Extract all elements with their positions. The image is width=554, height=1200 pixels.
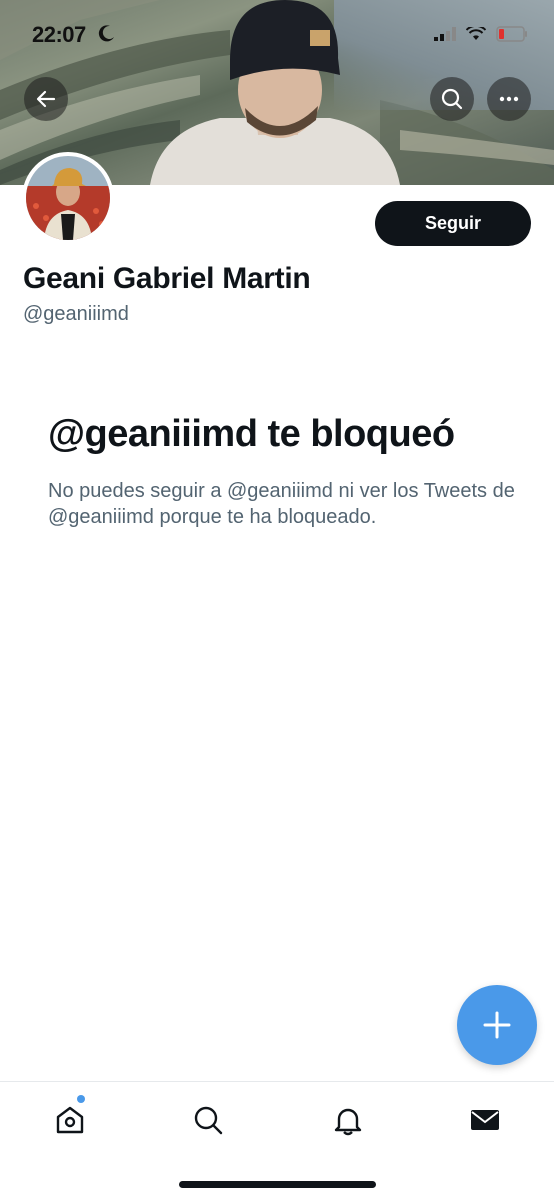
moon-icon — [98, 25, 114, 42]
search-icon — [441, 88, 463, 110]
more-horizontal-icon — [499, 96, 519, 102]
blocked-description: No puedes seguir a @geaniiimd ni ver los… — [48, 480, 515, 528]
home-indicator[interactable] — [179, 1181, 376, 1188]
search-button[interactable] — [430, 77, 474, 121]
plus-icon — [483, 1011, 511, 1039]
tab-explore[interactable] — [188, 1100, 228, 1140]
avatar[interactable] — [22, 152, 114, 244]
blocked-title: @geaniiimd te bloqueó — [48, 413, 455, 455]
search-icon — [194, 1106, 223, 1135]
back-button[interactable] — [24, 77, 68, 121]
home-notification-dot — [77, 1095, 85, 1103]
compose-tweet-button[interactable] — [457, 985, 537, 1065]
mail-icon — [471, 1110, 499, 1130]
more-options-button[interactable] — [487, 77, 531, 121]
home-icon — [56, 1106, 84, 1134]
signal-icon — [434, 27, 456, 41]
battery-low-icon — [496, 26, 527, 42]
status-time: 22:07 — [32, 22, 86, 47]
wifi-icon — [466, 27, 486, 40]
arrow-left-icon — [36, 90, 56, 108]
follow-button[interactable]: Seguir — [375, 201, 531, 246]
banner-person-photo — [150, 0, 400, 185]
tab-home[interactable] — [50, 1100, 90, 1140]
tab-messages[interactable] — [465, 1100, 505, 1140]
profile-handle: @geaniiimd — [23, 303, 129, 325]
tab-notifications[interactable] — [328, 1100, 368, 1140]
profile-display-name: Geani Gabriel Martin — [23, 262, 311, 295]
bell-icon — [334, 1108, 362, 1136]
status-indicators — [434, 26, 528, 42]
avatar-photo — [26, 156, 110, 240]
